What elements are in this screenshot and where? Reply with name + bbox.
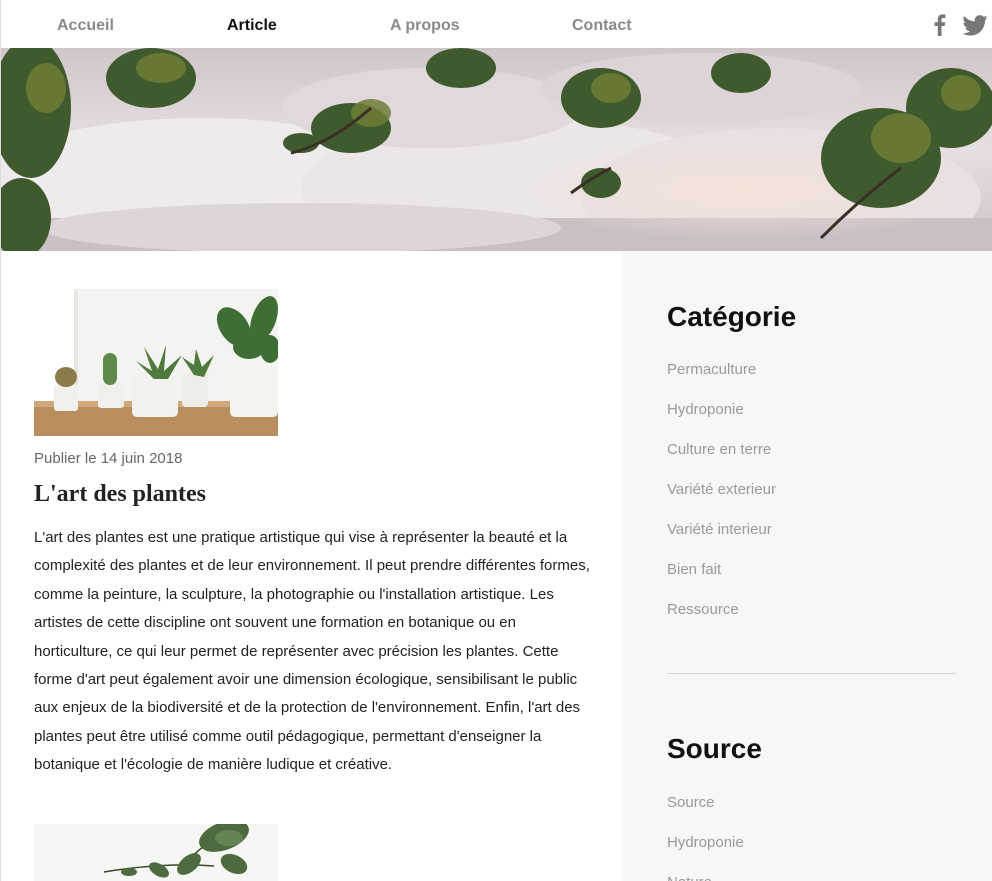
category-item[interactable]: Variété exterieur [667, 480, 776, 520]
twitter-icon[interactable] [962, 15, 988, 41]
top-nav: Accueil Article A propos Contact [0, 0, 992, 48]
sidebar-divider [667, 673, 956, 674]
source-list: Source Hydroponie Nature [667, 793, 744, 881]
nav-a-propos[interactable]: A propos [390, 17, 460, 35]
category-heading: Catégorie [667, 301, 797, 332]
source-item[interactable]: Nature [667, 873, 744, 881]
category-item[interactable]: Bien fait [667, 560, 776, 600]
source-item[interactable]: Source [667, 793, 744, 833]
sidebar: Catégorie Permaculture Hydroponie Cultur… [622, 251, 992, 881]
facebook-icon[interactable] [933, 14, 946, 41]
article-date: Publier le 14 juin 2018 [34, 450, 183, 467]
article-thumbnail-eucalyptus[interactable] [34, 824, 278, 881]
hero-banner-image [0, 48, 992, 251]
source-item[interactable]: Hydroponie [667, 833, 744, 873]
category-item[interactable]: Variété interieur [667, 520, 776, 560]
category-item[interactable]: Ressource [667, 600, 776, 640]
category-item[interactable]: Culture en terre [667, 440, 776, 480]
category-item[interactable]: Hydroponie [667, 400, 776, 440]
article-title[interactable]: L'art des plantes [34, 481, 206, 508]
nav-accueil[interactable]: Accueil [57, 17, 114, 35]
source-heading: Source [667, 733, 762, 764]
category-item[interactable]: Permaculture [667, 360, 776, 400]
article-body: L'art des plantes est une pratique artis… [34, 529, 590, 774]
article-section: Publier le 14 juin 2018 L'art des plante… [0, 251, 622, 881]
category-list: Permaculture Hydroponie Culture en terre… [667, 360, 776, 640]
article-thumbnail-plants[interactable] [34, 289, 278, 436]
nav-contact[interactable]: Contact [572, 17, 632, 35]
nav-article[interactable]: Article [227, 17, 277, 35]
